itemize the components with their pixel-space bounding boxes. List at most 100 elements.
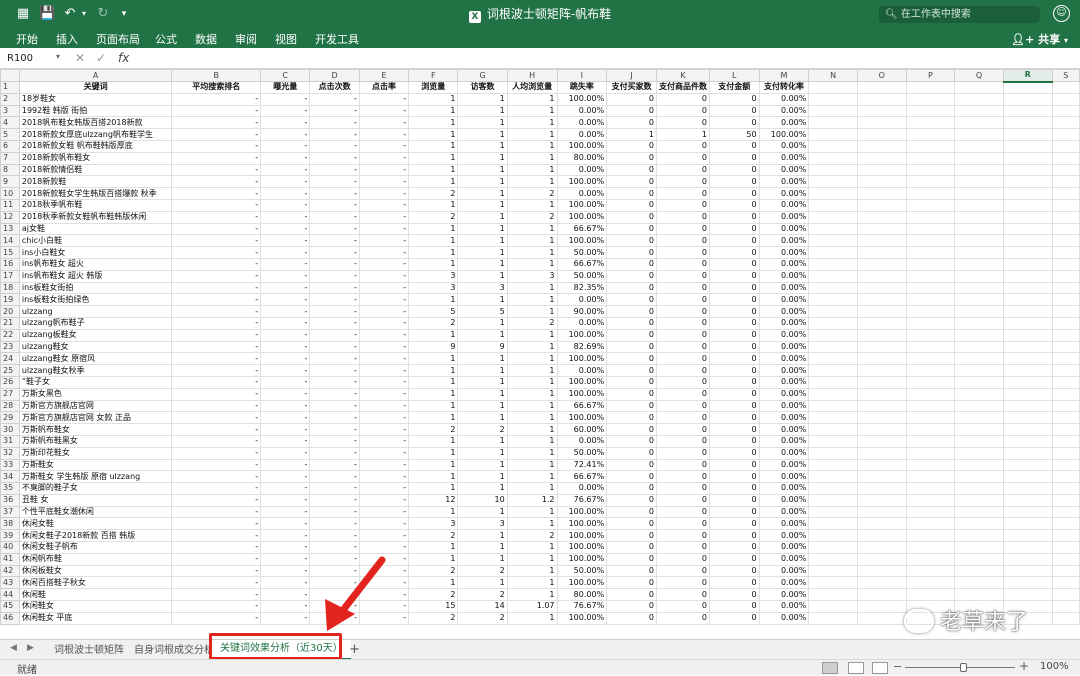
cell[interactable]: -: [171, 611, 262, 625]
cell[interactable]: [856, 399, 907, 413]
cell[interactable]: 100.00%: [556, 552, 608, 566]
cell[interactable]: [954, 541, 1004, 554]
cell[interactable]: -: [260, 517, 311, 531]
cell[interactable]: 1: [506, 281, 558, 295]
cell[interactable]: [808, 116, 858, 130]
cell[interactable]: 1: [408, 387, 459, 401]
cell[interactable]: 0: [656, 116, 710, 130]
cell[interactable]: 休闲鞋女 平底: [18, 611, 173, 625]
cell[interactable]: [856, 222, 907, 236]
cell[interactable]: ulzzang板鞋女: [18, 328, 173, 342]
tab-view[interactable]: 视图: [275, 31, 297, 47]
cell[interactable]: [954, 257, 1004, 271]
column-header-e[interactable]: E: [358, 69, 410, 82]
row-header[interactable]: 44: [0, 588, 20, 602]
cell[interactable]: [1051, 564, 1080, 578]
cell[interactable]: 跳失率: [556, 81, 608, 94]
cell[interactable]: -: [358, 446, 410, 460]
cell[interactable]: -: [309, 293, 360, 307]
cell[interactable]: -: [358, 281, 410, 295]
cell[interactable]: -: [309, 104, 360, 118]
cell[interactable]: 2: [506, 529, 558, 543]
row-header[interactable]: 38: [0, 517, 20, 531]
cell[interactable]: [1051, 458, 1080, 472]
cell[interactable]: [1051, 316, 1080, 330]
cell[interactable]: 1: [506, 151, 558, 165]
cell[interactable]: 1: [506, 434, 558, 448]
cell[interactable]: 1: [506, 305, 558, 318]
cell[interactable]: -: [358, 293, 410, 307]
cell[interactable]: 1: [457, 175, 508, 189]
cell[interactable]: [856, 187, 907, 200]
cell[interactable]: 0: [606, 281, 657, 295]
cell[interactable]: [808, 81, 858, 94]
cell[interactable]: 0.00%: [758, 470, 810, 484]
cell[interactable]: 2: [506, 187, 558, 200]
cell[interactable]: 100.00%: [556, 139, 608, 153]
cell[interactable]: -: [309, 269, 360, 283]
cell[interactable]: 0: [606, 187, 657, 200]
cell[interactable]: 0: [656, 198, 710, 212]
cell[interactable]: 0: [656, 458, 710, 472]
cell[interactable]: 1: [408, 257, 459, 271]
cell[interactable]: -: [309, 588, 360, 602]
cell[interactable]: -: [358, 482, 410, 495]
cell[interactable]: -: [358, 305, 410, 318]
cell[interactable]: 休闲帆布鞋: [18, 552, 173, 566]
cell[interactable]: 0: [709, 104, 760, 118]
row-header[interactable]: 4: [0, 116, 20, 130]
cell[interactable]: 0: [656, 175, 710, 189]
cell[interactable]: [808, 576, 858, 590]
row-header[interactable]: 10: [0, 187, 20, 200]
cell[interactable]: 0: [656, 210, 710, 224]
cell[interactable]: -: [358, 234, 410, 248]
cell[interactable]: -: [358, 210, 410, 224]
cell[interactable]: -: [358, 198, 410, 212]
cell[interactable]: [1051, 493, 1080, 507]
cell[interactable]: [808, 505, 858, 519]
row-header[interactable]: 41: [0, 552, 20, 566]
cell[interactable]: 0: [656, 305, 710, 318]
cell[interactable]: 2018新款帆布鞋女: [18, 151, 173, 165]
cell[interactable]: 76.67%: [556, 600, 608, 613]
cell[interactable]: 0: [709, 234, 760, 248]
cell[interactable]: [856, 316, 907, 330]
column-header-h[interactable]: H: [506, 69, 558, 82]
cell[interactable]: [1002, 576, 1053, 590]
cell[interactable]: 1: [506, 257, 558, 271]
cell[interactable]: [954, 246, 1004, 259]
cell[interactable]: -: [260, 257, 311, 271]
cell[interactable]: 0: [606, 151, 657, 165]
cell[interactable]: 1: [506, 387, 558, 401]
cell[interactable]: -: [309, 116, 360, 130]
cell[interactable]: [905, 458, 956, 472]
cell[interactable]: -: [260, 281, 311, 295]
cell[interactable]: ins小白鞋女: [18, 246, 173, 259]
cell[interactable]: 0: [709, 470, 760, 484]
cell[interactable]: -: [171, 198, 262, 212]
cell[interactable]: 1: [408, 222, 459, 236]
cell[interactable]: [808, 257, 858, 271]
cell[interactable]: 0: [606, 340, 657, 354]
cell[interactable]: [954, 293, 1004, 307]
cell[interactable]: [1002, 493, 1053, 507]
cell[interactable]: -: [358, 128, 410, 141]
cell[interactable]: -: [171, 600, 262, 613]
cell[interactable]: 1: [506, 116, 558, 130]
cell[interactable]: 0.00%: [758, 505, 810, 519]
cell[interactable]: 0: [656, 364, 710, 377]
row-header[interactable]: 40: [0, 541, 20, 554]
cell[interactable]: [1051, 92, 1080, 106]
cell[interactable]: 1: [457, 163, 508, 177]
cell[interactable]: [856, 210, 907, 224]
cell[interactable]: [905, 139, 956, 153]
cell[interactable]: 1: [506, 104, 558, 118]
cell[interactable]: -: [260, 552, 311, 566]
cell[interactable]: 1: [457, 316, 508, 330]
row-header[interactable]: 35: [0, 482, 20, 495]
cell[interactable]: 休闲鞋: [18, 588, 173, 602]
page-break-view-button[interactable]: [872, 662, 888, 674]
row-header[interactable]: 34: [0, 470, 20, 484]
cell[interactable]: 1: [408, 399, 459, 413]
cell[interactable]: [808, 246, 858, 259]
